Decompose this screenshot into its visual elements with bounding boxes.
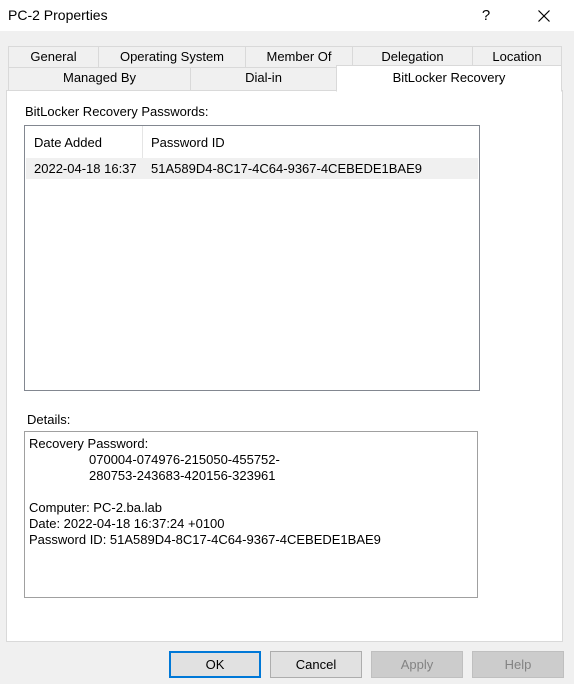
help-button[interactable]: Help: [472, 651, 564, 678]
tab-general[interactable]: General: [8, 46, 99, 68]
details-textbox[interactable]: Recovery Password: 070004-074976-215050-…: [24, 431, 478, 598]
recovery-passwords-list[interactable]: Date Added Password ID 2022-04-18 16:37 …: [24, 125, 480, 391]
help-title-button[interactable]: ?: [470, 0, 502, 31]
recovery-passwords-label: BitLocker Recovery Passwords:: [25, 104, 209, 119]
list-row[interactable]: 2022-04-18 16:37 51A589D4-8C17-4C64-9367…: [26, 158, 478, 179]
column-header-password-id[interactable]: Password ID: [142, 126, 442, 160]
list-header: Date Added Password ID: [25, 126, 479, 160]
tab-bitlocker-recovery[interactable]: BitLocker Recovery: [336, 65, 562, 92]
column-header-date-added[interactable]: Date Added: [25, 126, 142, 160]
close-icon: [538, 9, 550, 22]
recovery-password-line-1: 070004-074976-215050-455752-: [89, 452, 280, 467]
date-added-cell: 2022-04-18 16:37: [34, 161, 137, 176]
date-line: Date: 2022-04-18 16:37:24 +0100: [29, 516, 225, 531]
title-bar: PC-2 Properties ?: [0, 0, 574, 31]
recovery-password-line-2: 280753-243683-420156-323961: [89, 468, 276, 483]
tab-dial-in[interactable]: Dial-in: [190, 67, 337, 91]
computer-line: Computer: PC-2.ba.lab: [29, 500, 162, 515]
close-button[interactable]: [526, 0, 562, 31]
cancel-button[interactable]: Cancel: [270, 651, 362, 678]
password-id-line: Password ID: 51A589D4-8C17-4C64-9367-4CE…: [29, 532, 381, 547]
recovery-password-label: Recovery Password:: [29, 436, 149, 451]
tab-managed-by[interactable]: Managed By: [8, 67, 191, 91]
password-id-cell: 51A589D4-8C17-4C64-9367-4CEBEDE1BAE9: [151, 161, 422, 176]
ok-button[interactable]: OK: [169, 651, 261, 678]
details-label: Details:: [27, 412, 71, 427]
apply-button[interactable]: Apply: [371, 651, 463, 678]
window-title: PC-2 Properties: [8, 7, 108, 23]
tab-operating-system[interactable]: Operating System: [98, 46, 246, 68]
